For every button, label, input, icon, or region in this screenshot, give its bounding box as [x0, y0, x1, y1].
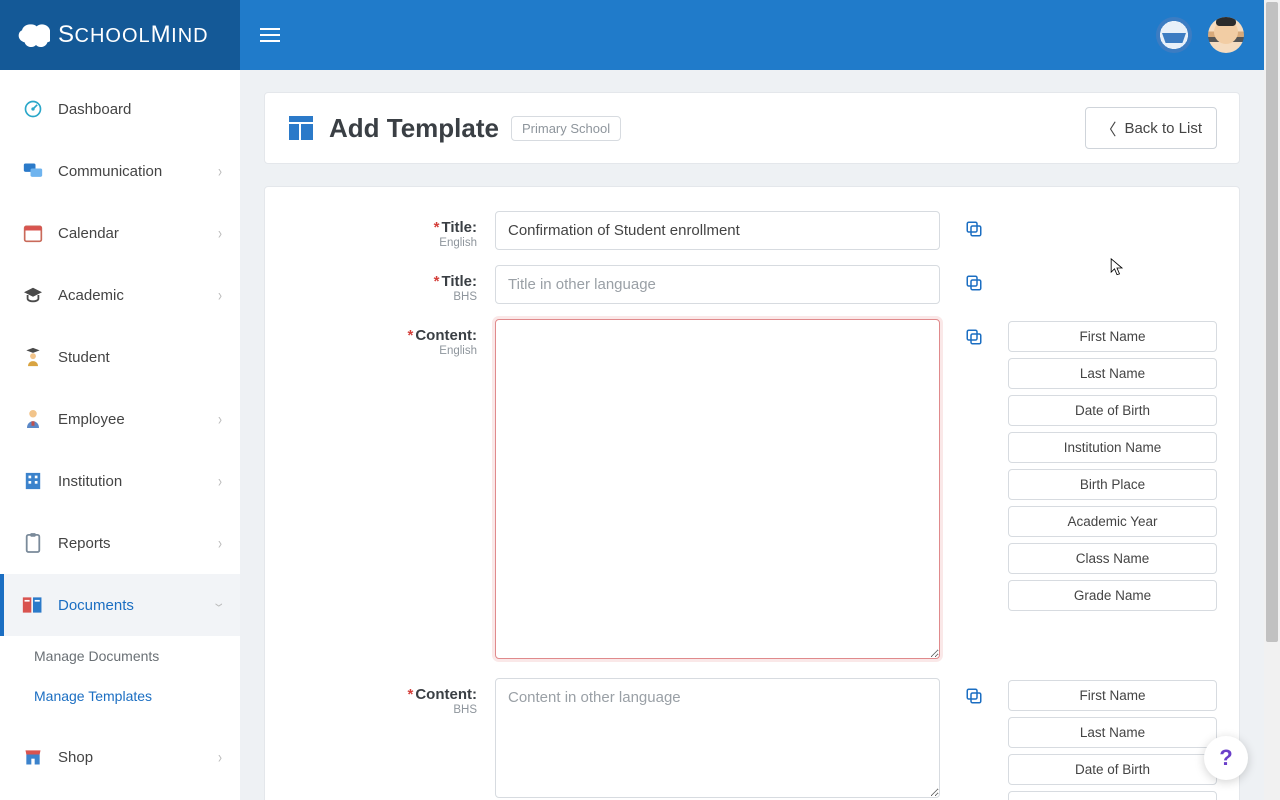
sidebar-item-label: Documents [58, 597, 134, 614]
chevron-right-icon: › [218, 409, 222, 429]
placeholder-pill[interactable]: Institution Name [1008, 432, 1217, 463]
placeholder-pill[interactable]: Academic Year [1008, 506, 1217, 537]
placeholder-list-en: First Name Last Name Date of Birth Insti… [1008, 319, 1217, 611]
graduation-cap-icon [22, 284, 44, 306]
sidebar-item-shop[interactable]: Shop › [0, 726, 240, 788]
placeholder-pill[interactable]: First Name [1008, 321, 1217, 352]
chevron-right-icon: › [218, 223, 222, 243]
brain-icon [18, 20, 50, 50]
employee-icon [22, 408, 44, 430]
sidebar-item-reports[interactable]: Reports › [0, 512, 240, 574]
chevron-down-icon: › [210, 603, 230, 607]
title-bhs-label: Title: [441, 273, 477, 290]
scrollbar-thumb[interactable] [1266, 2, 1278, 642]
title-en-sublabel: English [287, 237, 477, 251]
content-bhs-sublabel: BHS [287, 704, 477, 718]
subnav-manage-templates[interactable]: Manage Templates [0, 676, 240, 716]
menu-toggle-button[interactable] [240, 0, 300, 70]
chevron-right-icon: › [218, 471, 222, 491]
sidebar-item-student[interactable]: Student [0, 326, 240, 388]
sidebar-item-label: Academic [58, 287, 124, 304]
template-form-card: *Title: English *Title: BHS [264, 186, 1240, 800]
placeholder-list-bhs: First Name Last Name Date of Birth Insti… [1008, 678, 1217, 800]
back-label: Back to List [1124, 120, 1202, 137]
content-en-textarea[interactable] [495, 319, 940, 659]
documents-icon [22, 594, 44, 616]
placeholder-pill[interactable]: Date of Birth [1008, 395, 1217, 426]
placeholder-pill[interactable]: Institution Name [1008, 791, 1217, 800]
sidebar-item-dashboard[interactable]: Dashboard [0, 78, 240, 140]
gauge-icon [22, 98, 44, 120]
placeholder-pill[interactable]: Class Name [1008, 543, 1217, 574]
window-scrollbar[interactable] [1264, 0, 1280, 800]
shop-icon [22, 746, 44, 768]
main-content: Add Template Primary School 〈 Back to Li… [240, 70, 1264, 800]
sidebar-item-label: Institution [58, 473, 122, 490]
copy-icon[interactable] [965, 219, 983, 239]
sidebar-item-label: Shop [58, 749, 93, 766]
placeholder-pill[interactable]: Grade Name [1008, 580, 1217, 611]
sidebar-item-label: Communication [58, 163, 162, 180]
school-badge-avatar[interactable] [1156, 17, 1192, 53]
sidebar-item-label: Employee [58, 411, 125, 428]
title-bhs-input[interactable] [495, 265, 940, 304]
template-icon [287, 114, 315, 142]
sidebar-item-label: Reports [58, 535, 111, 552]
sidebar-subnav-documents: Manage Documents Manage Templates [0, 636, 240, 726]
brand-logo[interactable]: SCHOOLMIND [0, 0, 240, 70]
sidebar-item-employee[interactable]: Employee › [0, 388, 240, 450]
sidebar-item-calendar[interactable]: Calendar › [0, 202, 240, 264]
help-button[interactable]: ? [1204, 736, 1248, 780]
chevron-right-icon: › [218, 747, 222, 767]
title-en-input[interactable] [495, 211, 940, 250]
scope-tag: Primary School [511, 116, 621, 141]
content-bhs-textarea[interactable] [495, 678, 940, 798]
calendar-icon [22, 222, 44, 244]
app-header: SCHOOLMIND [0, 0, 1264, 70]
content-en-label: Content: [415, 327, 477, 344]
chat-icon [22, 160, 44, 182]
sidebar: Dashboard Communication › Calendar › [0, 70, 240, 800]
copy-icon[interactable] [965, 273, 983, 293]
copy-icon[interactable] [965, 327, 983, 347]
page-title: Add Template [329, 113, 499, 144]
sidebar-item-academic[interactable]: Academic › [0, 264, 240, 326]
sidebar-item-label: Calendar [58, 225, 119, 242]
brand-name: SCHOOLMIND [58, 21, 209, 49]
clipboard-icon [22, 532, 44, 554]
building-icon [22, 470, 44, 492]
student-icon [22, 346, 44, 368]
sidebar-item-label: Dashboard [58, 101, 131, 118]
subnav-manage-documents[interactable]: Manage Documents [0, 636, 240, 676]
chevron-left-icon: 〈 [1100, 116, 1116, 140]
user-avatar[interactable] [1208, 17, 1244, 53]
content-bhs-label: Content: [415, 686, 477, 703]
placeholder-pill[interactable]: Birth Place [1008, 469, 1217, 500]
sidebar-item-documents[interactable]: Documents › [0, 574, 240, 636]
page-header-card: Add Template Primary School 〈 Back to Li… [264, 92, 1240, 164]
sidebar-item-communication[interactable]: Communication › [0, 140, 240, 202]
copy-icon[interactable] [965, 686, 983, 706]
title-bhs-sublabel: BHS [287, 291, 477, 305]
placeholder-pill[interactable]: Date of Birth [1008, 754, 1217, 785]
content-en-sublabel: English [287, 345, 477, 359]
chevron-right-icon: › [218, 285, 222, 305]
placeholder-pill[interactable]: Last Name [1008, 717, 1217, 748]
back-to-list-button[interactable]: 〈 Back to List [1085, 107, 1217, 149]
placeholder-pill[interactable]: Last Name [1008, 358, 1217, 389]
title-en-label: Title: [441, 219, 477, 236]
placeholder-pill[interactable]: First Name [1008, 680, 1217, 711]
chevron-right-icon: › [218, 161, 222, 181]
sidebar-item-institution[interactable]: Institution › [0, 450, 240, 512]
chevron-right-icon: › [218, 533, 222, 553]
sidebar-item-label: Student [58, 349, 110, 366]
